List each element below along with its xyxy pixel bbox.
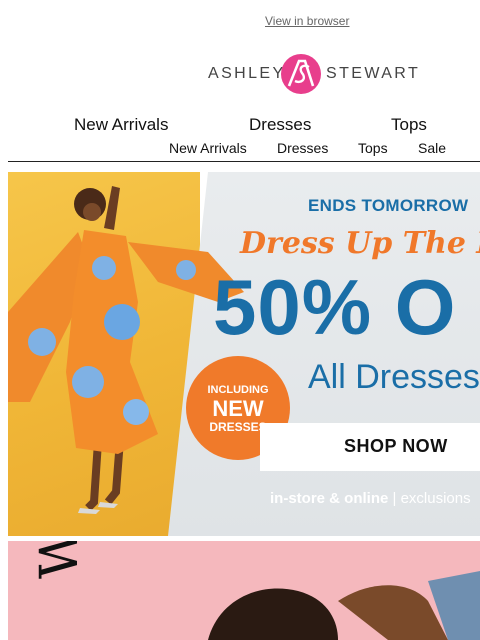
nav-divider bbox=[8, 161, 480, 162]
nav-new-arrivals[interactable]: New Arrivals bbox=[74, 115, 168, 135]
hero-footnote: in-store & online | exclusions bbox=[270, 490, 471, 507]
primary-nav: New Arrivals Dresses Tops bbox=[0, 115, 480, 137]
hero-category-text: All Dresses bbox=[308, 358, 480, 396]
ends-tomorrow-text: ENDS TOMORROW bbox=[308, 196, 469, 215]
secondary-nav: New Arrivals Dresses Tops Sale bbox=[0, 140, 480, 158]
model-photo bbox=[8, 186, 244, 514]
logo-word-right: STEWART bbox=[326, 65, 421, 82]
logo-word-left: ASHLEY bbox=[208, 65, 286, 82]
subnav-sale[interactable]: Sale bbox=[418, 140, 446, 156]
subnav-dresses[interactable]: Dresses bbox=[277, 140, 328, 156]
second-banner-model-photo bbox=[208, 571, 480, 640]
badge-line-2: NEW bbox=[212, 396, 264, 421]
second-promo-banner[interactable]: W bbox=[8, 541, 480, 640]
ashley-stewart-logo[interactable]: ASHLEY STEWART bbox=[208, 52, 418, 96]
shop-now-label: SHOP NOW bbox=[344, 436, 448, 456]
footnote-rest: | exclusions bbox=[388, 490, 471, 507]
hero-script-headline: Dress Up The Mo bbox=[240, 226, 480, 261]
hero-banner-dresses-sale[interactable]: ENDS TOMORROW Dress Up The Mo 50% O All … bbox=[8, 172, 480, 536]
nav-dresses[interactable]: Dresses bbox=[249, 115, 311, 135]
footnote-bold: in-store & online bbox=[270, 490, 389, 507]
shop-now-button[interactable]: SHOP NOW bbox=[260, 423, 480, 471]
view-in-browser-link[interactable]: View in browser bbox=[265, 14, 349, 28]
hero-discount-headline: 50% O bbox=[213, 263, 457, 351]
nav-tops[interactable]: Tops bbox=[391, 115, 427, 135]
subnav-tops[interactable]: Tops bbox=[358, 140, 388, 156]
badge-line-1: INCLUDING bbox=[207, 384, 269, 396]
logo-monogram-icon bbox=[281, 54, 321, 94]
subnav-new-arrivals[interactable]: New Arrivals bbox=[169, 140, 247, 156]
